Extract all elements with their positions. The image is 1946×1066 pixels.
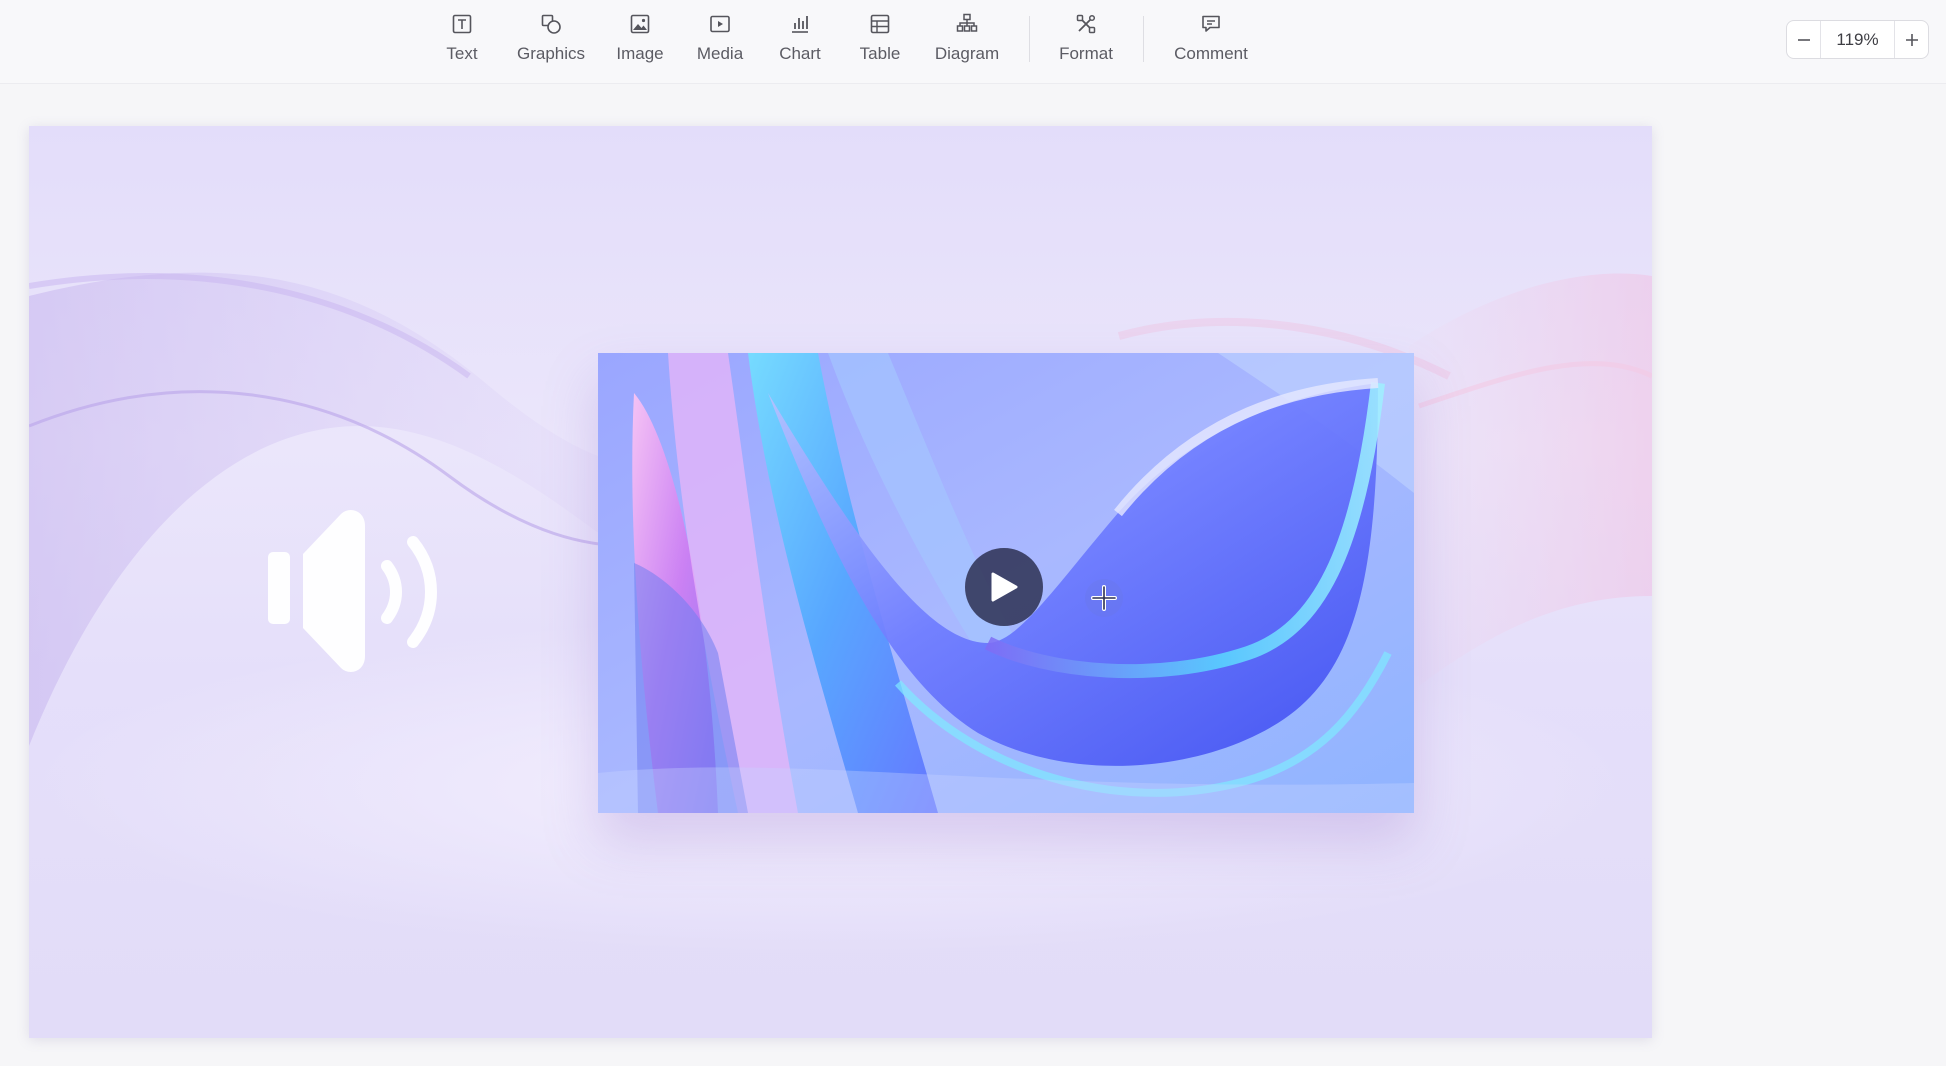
table-icon <box>870 14 890 34</box>
text-box-icon <box>452 14 472 34</box>
move-cursor-icon <box>1085 579 1123 617</box>
text-tool-label: Text <box>446 44 478 63</box>
image-tool-button[interactable]: Image <box>613 12 667 72</box>
format-tools-icon <box>1076 14 1096 34</box>
toolbar-divider <box>1029 16 1030 62</box>
comment-icon <box>1202 15 1220 32</box>
diagram-tool-label: Diagram <box>934 44 1000 63</box>
diagram-tool-button[interactable]: Diagram <box>932 12 1002 72</box>
speaker-volume-icon[interactable] <box>265 506 465 676</box>
media-tool-button[interactable]: Media <box>693 12 747 72</box>
image-icon <box>630 14 650 34</box>
media-tool-label: Media <box>696 44 744 63</box>
chart-tool-label: Chart <box>779 44 821 63</box>
format-tool-button[interactable]: Format <box>1056 12 1116 72</box>
zoom-in-button[interactable] <box>1895 21 1928 58</box>
play-icon <box>991 572 1018 602</box>
text-tool-button[interactable]: Text <box>444 12 480 72</box>
graphics-tool-label: Graphics <box>516 44 586 63</box>
toolbar-divider <box>1143 16 1144 62</box>
toolbar: Text Graphics Image Media Chart Table Di… <box>0 0 1946 84</box>
image-tool-label: Image <box>616 44 664 63</box>
play-button[interactable] <box>965 548 1043 626</box>
chart-tool-button[interactable]: Chart <box>775 12 825 72</box>
zoom-out-button[interactable] <box>1787 21 1820 58</box>
slide[interactable] <box>29 126 1652 1038</box>
video-player[interactable] <box>598 353 1414 813</box>
zoom-control: 119% <box>1786 20 1929 59</box>
media-play-icon <box>710 15 730 33</box>
comment-tool-button[interactable]: Comment <box>1170 12 1252 72</box>
bar-chart-icon <box>792 16 808 33</box>
diagram-icon <box>956 13 978 32</box>
format-tool-label: Format <box>1059 44 1113 63</box>
minus-icon <box>1797 38 1810 41</box>
graphics-tool-button[interactable]: Graphics <box>512 12 590 72</box>
plus-icon <box>1905 33 1918 46</box>
table-tool-label: Table <box>859 44 901 63</box>
zoom-level[interactable]: 119% <box>1820 21 1895 58</box>
table-tool-button[interactable]: Table <box>856 12 904 72</box>
shapes-icon <box>541 14 561 34</box>
comment-tool-label: Comment <box>1174 44 1248 63</box>
